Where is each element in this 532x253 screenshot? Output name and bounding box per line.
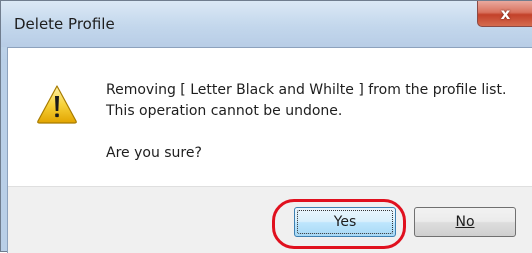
button-bar: Yes No	[8, 186, 532, 253]
window-title: Delete Profile	[14, 15, 115, 33]
no-button-label: No	[455, 214, 475, 230]
warning-icon	[37, 85, 77, 124]
dialog-window: Delete Profile x Removing [ Letter Black…	[0, 0, 532, 253]
dialog-body: Removing [ Letter Black and Whilte ] fro…	[7, 47, 532, 253]
confirmation-question: Are you sure?	[106, 145, 202, 161]
yes-button[interactable]: Yes	[294, 207, 396, 237]
no-button[interactable]: No	[414, 207, 516, 237]
yes-button-label: Yes	[333, 214, 357, 230]
message-line-1: Removing [ Letter Black and Whilte ] fro…	[106, 82, 507, 98]
close-button[interactable]: x	[477, 1, 532, 27]
close-icon: x	[500, 4, 511, 23]
title-bar[interactable]: Delete Profile x	[1, 1, 532, 47]
message-line-2: This operation cannot be undone.	[106, 103, 343, 119]
